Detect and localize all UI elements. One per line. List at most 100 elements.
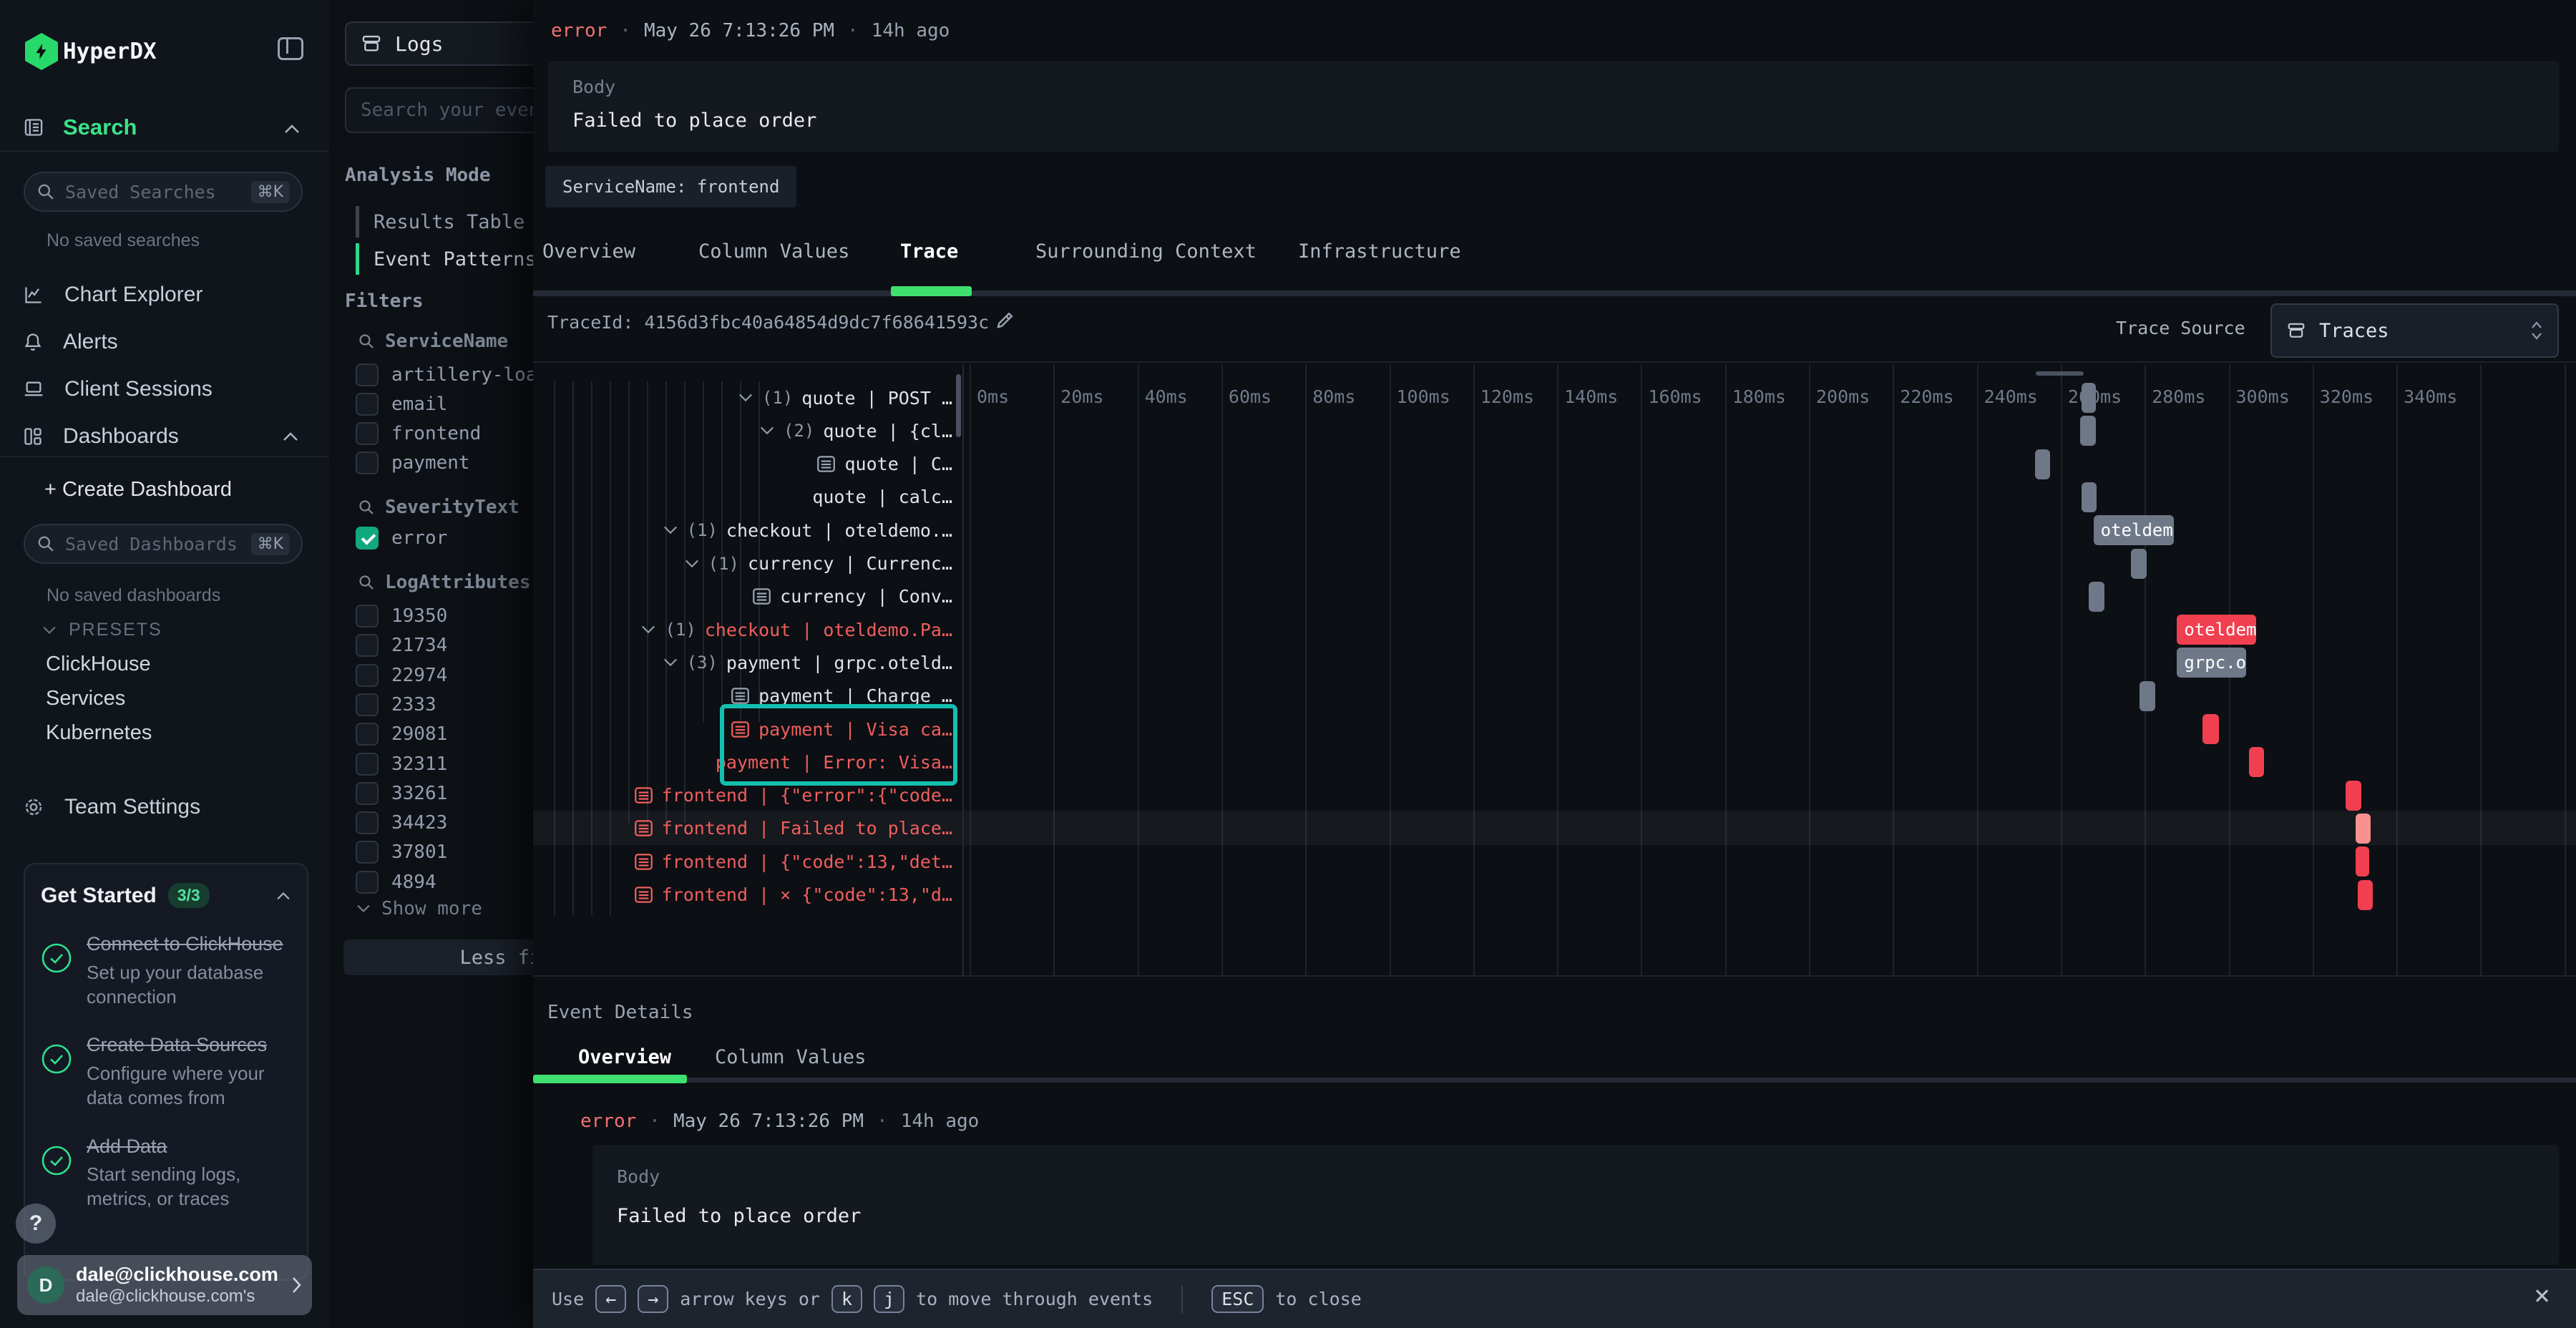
chevron-down-icon[interactable] bbox=[663, 524, 678, 536]
vertical-scrollbar[interactable] bbox=[956, 374, 961, 437]
sidebar-item-client-sessions[interactable]: Client Sessions bbox=[0, 369, 329, 409]
checkbox[interactable] bbox=[356, 664, 379, 687]
chevron-down-icon[interactable] bbox=[640, 624, 656, 635]
span-bar[interactable] bbox=[2356, 846, 2369, 877]
help-button[interactable]: ? bbox=[16, 1204, 56, 1244]
checkbox[interactable] bbox=[356, 782, 379, 805]
checkbox[interactable] bbox=[356, 723, 379, 746]
service-name-chip[interactable]: ServiceName: frontend bbox=[545, 166, 796, 208]
create-dashboard-button[interactable]: + Create Dashboard bbox=[44, 478, 232, 502]
span-bar[interactable] bbox=[2080, 416, 2095, 446]
chevron-down-icon[interactable] bbox=[738, 392, 753, 404]
filter-value[interactable]: 4894 bbox=[356, 868, 436, 897]
get-started-step[interactable]: Create Data Sources Configure where your… bbox=[41, 1033, 291, 1110]
checkbox[interactable] bbox=[356, 753, 379, 776]
sidebar-item-alerts[interactable]: Alerts bbox=[0, 322, 329, 362]
chevron-down-icon[interactable] bbox=[684, 558, 700, 570]
checkbox[interactable] bbox=[356, 605, 379, 628]
filter-value[interactable]: 32311 bbox=[356, 750, 447, 778]
key-k[interactable]: k bbox=[831, 1285, 862, 1313]
checkbox[interactable] bbox=[356, 393, 379, 416]
mode-results-table[interactable]: Results Table bbox=[356, 205, 525, 239]
collapse-sidebar-icon[interactable] bbox=[278, 37, 303, 60]
sidebar-item-dashboards[interactable]: Dashboards bbox=[0, 416, 329, 456]
filter-value[interactable]: 19350 bbox=[356, 602, 447, 630]
trace-source-select[interactable]: Traces bbox=[2270, 303, 2559, 358]
filter-value[interactable]: 34423 bbox=[356, 809, 447, 837]
span-bar[interactable]: oteldem bbox=[2094, 515, 2175, 545]
trace-span-row[interactable]: frontend | {"code":13,"det… bbox=[533, 845, 952, 878]
search-section[interactable]: Search bbox=[23, 114, 137, 140]
span-bar[interactable] bbox=[2140, 681, 2155, 711]
checkbox-checked[interactable] bbox=[356, 527, 379, 550]
filter-value[interactable]: 2333 bbox=[356, 690, 436, 719]
get-started-step[interactable]: Add Data Start sending logs, metrics, or… bbox=[41, 1135, 291, 1211]
filter-value[interactable]: 22974 bbox=[356, 661, 447, 690]
mode-event-patterns[interactable]: Event Patterns bbox=[356, 242, 537, 276]
trace-span-row[interactable]: currency | Conv… bbox=[533, 580, 952, 613]
span-bar[interactable]: grpc.o bbox=[2177, 648, 2245, 678]
filter-value[interactable]: frontend bbox=[356, 419, 481, 448]
checkbox[interactable] bbox=[356, 363, 379, 386]
chevron-down-icon[interactable] bbox=[663, 657, 678, 668]
tab-surrounding-context[interactable]: Surrounding Context bbox=[1035, 240, 1257, 263]
get-started-step[interactable]: Connect to ClickHouse Set up your databa… bbox=[41, 932, 291, 1009]
trace-span-row[interactable]: (1)checkout | oteldemo.… bbox=[533, 514, 952, 547]
ed-tab-overview[interactable]: Overview bbox=[578, 1046, 671, 1068]
tab-column-values[interactable]: Column Values bbox=[698, 240, 849, 263]
saved-dashboards-input[interactable] bbox=[64, 533, 243, 555]
filter-value[interactable]: 33261 bbox=[356, 779, 447, 808]
chevron-down-icon[interactable] bbox=[759, 425, 775, 436]
chevron-up-icon[interactable] bbox=[282, 431, 299, 442]
checkbox[interactable] bbox=[356, 811, 379, 834]
chevron-up-icon[interactable] bbox=[275, 891, 291, 901]
trace-span-row[interactable]: frontend | × {"code":13,"d… bbox=[533, 879, 952, 912]
key-j[interactable]: j bbox=[874, 1285, 904, 1313]
source-select[interactable]: Logs bbox=[345, 21, 560, 66]
span-bar[interactable] bbox=[2249, 747, 2264, 777]
span-bar[interactable] bbox=[2035, 449, 2050, 479]
key-arrow-right[interactable]: → bbox=[638, 1285, 668, 1313]
user-menu[interactable]: D dale@clickhouse.com dale@clickhouse.co… bbox=[17, 1255, 312, 1315]
trace-span-row[interactable]: (2)quote | {cl… bbox=[533, 414, 952, 447]
filter-value[interactable]: payment bbox=[356, 449, 470, 477]
trace-span-row[interactable]: (1)quote | POST … bbox=[533, 381, 952, 414]
checkbox[interactable] bbox=[356, 871, 379, 894]
sidebar-item-clickhouse[interactable]: ClickHouse bbox=[46, 653, 151, 676]
edit-pencil-icon[interactable] bbox=[995, 309, 1016, 331]
filter-value[interactable]: error bbox=[356, 524, 447, 552]
span-bar[interactable] bbox=[2082, 383, 2096, 413]
saved-searches-search[interactable]: ⌘K bbox=[24, 172, 303, 212]
filter-value[interactable]: artillery-loa bbox=[356, 361, 537, 389]
close-icon[interactable]: × bbox=[2534, 1281, 2550, 1309]
saved-dashboards-search[interactable]: ⌘K bbox=[24, 524, 303, 564]
filter-value[interactable]: 29081 bbox=[356, 720, 447, 748]
span-bar[interactable] bbox=[2082, 482, 2097, 512]
checkbox[interactable] bbox=[356, 451, 379, 474]
checkbox[interactable] bbox=[356, 634, 379, 657]
key-arrow-left[interactable]: ← bbox=[595, 1285, 626, 1313]
span-bar[interactable] bbox=[2346, 781, 2361, 811]
checkbox[interactable] bbox=[356, 693, 379, 716]
sidebar-item-team-settings[interactable]: Team Settings bbox=[0, 787, 329, 827]
trace-span-row[interactable]: (1)currency | Currenc… bbox=[533, 547, 952, 580]
span-bar[interactable] bbox=[2356, 814, 2371, 844]
show-more-button[interactable]: Show more bbox=[356, 898, 482, 919]
filter-value[interactable]: 21734 bbox=[356, 631, 447, 660]
key-esc[interactable]: ESC bbox=[1211, 1285, 1264, 1313]
sidebar-item-kubernetes[interactable]: Kubernetes bbox=[46, 721, 152, 745]
presets-toggle[interactable]: PRESETS bbox=[42, 620, 162, 640]
checkbox[interactable] bbox=[356, 422, 379, 445]
tab-infrastructure[interactable]: Infrastructure bbox=[1298, 240, 1461, 263]
span-bar[interactable] bbox=[2131, 549, 2147, 579]
ed-tab-column-values[interactable]: Column Values bbox=[715, 1046, 866, 1068]
trace-span-row[interactable]: frontend | Failed to place… bbox=[533, 812, 952, 845]
tab-overview[interactable]: Overview bbox=[542, 240, 635, 263]
trace-span-row[interactable]: quote | C… bbox=[533, 448, 952, 481]
span-bar[interactable] bbox=[2089, 582, 2105, 612]
tab-trace[interactable]: Trace bbox=[900, 240, 958, 263]
trace-span-row[interactable]: (1)checkout | oteldemo.Pa… bbox=[533, 613, 952, 646]
saved-searches-input[interactable] bbox=[64, 181, 243, 203]
span-bar[interactable] bbox=[2202, 714, 2219, 744]
waterfall-split-divider[interactable] bbox=[962, 365, 964, 975]
